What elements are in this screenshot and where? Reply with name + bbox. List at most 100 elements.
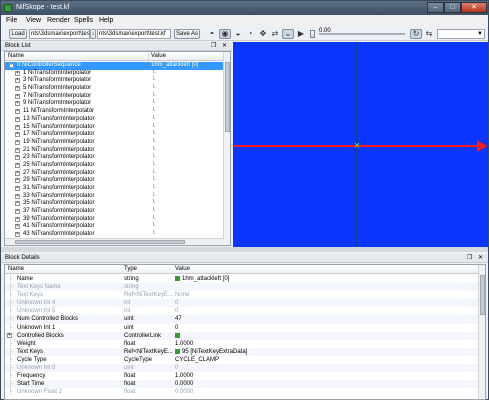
block-list-scrollbar[interactable] — [223, 52, 230, 245]
menu-spells[interactable]: Spells — [74, 17, 93, 24]
details-row[interactable]: ├ Weight float 1.0000 — [5, 340, 479, 348]
block-list-row[interactable]: +33 NiTransformInterpolator └ — [5, 193, 224, 201]
expand-icon[interactable]: + — [15, 178, 20, 184]
expand-icon[interactable]: + — [15, 170, 20, 176]
menu-view[interactable]: View — [26, 17, 41, 24]
column-value[interactable]: Value — [151, 53, 166, 59]
field-value[interactable]: 0 — [175, 307, 178, 315]
block-list-hscrollbar[interactable] — [5, 238, 224, 245]
field-value[interactable]: 0 — [175, 324, 178, 332]
expand-icon[interactable]: + — [15, 86, 20, 92]
load-button[interactable]: Load — [9, 29, 27, 39]
block-list-row[interactable]: +31 NiTransformInterpolator └ — [5, 185, 224, 193]
field-value[interactable]: 1.0000 — [175, 340, 193, 348]
expand-icon[interactable]: + — [15, 101, 20, 107]
collapse-icon[interactable]: - — [9, 63, 14, 68]
field-value[interactable]: CYCLE_CLAMP — [175, 356, 219, 364]
details-row[interactable]: ├ Text Keys Ref<NiTextKeyE... 95 [NiTextKey… — [5, 347, 479, 356]
expand-icon[interactable]: + — [15, 162, 20, 168]
field-value[interactable]: 0.0000 — [175, 388, 193, 396]
details-row[interactable]: ├ Unknown Int 0 uint 0 — [5, 364, 479, 373]
field-value[interactable]: 1.0000 — [175, 372, 193, 380]
scroll-thumb[interactable] — [225, 62, 230, 132]
expand-icon[interactable]: + — [15, 224, 20, 230]
block-list-row[interactable]: +13 NiTransformInterpolator └ — [5, 116, 224, 124]
load-path-field[interactable]: nts\3dsmax\export\test.kf — [29, 29, 90, 39]
play-icon[interactable]: ▶ — [295, 29, 307, 39]
expand-icon[interactable]: + — [15, 216, 20, 222]
block-list-row[interactable]: +9 NiTransformInterpolator └ — [5, 100, 224, 108]
expand-icon[interactable]: + — [15, 139, 20, 145]
details-row[interactable]: ├ Start Time float 0.0000 — [5, 380, 479, 389]
render-viewport[interactable]: ✕ — [233, 42, 488, 247]
expand-icon[interactable]: + — [15, 109, 20, 115]
title-bar[interactable]: NifSkope - test.kf – □ ✕ — [1, 1, 488, 15]
dock-close-icon[interactable]: ✕ — [222, 42, 227, 50]
block-list-row[interactable]: +17 NiTransformInterpolator └ — [5, 131, 224, 139]
details-float-icon[interactable]: ❐ — [467, 254, 472, 262]
hscroll-thumb[interactable] — [15, 240, 185, 244]
details-row[interactable]: ├ Unknown Float 2 float 0.0000 — [5, 388, 479, 396]
block-list-row[interactable]: +1 NiTransformInterpolator └ — [5, 70, 224, 78]
field-value[interactable]: 0.0000 — [175, 380, 193, 388]
field-value[interactable] — [175, 332, 182, 340]
view-front-icon[interactable]: ◉ — [219, 29, 231, 39]
dock-float-icon[interactable]: ❐ — [211, 42, 216, 50]
save-path-field[interactable]: nts\3dsmax\export\test.kf — [97, 29, 171, 39]
expand-icon[interactable]: + — [15, 93, 20, 99]
view-side-icon[interactable]: ◒ — [232, 29, 244, 39]
walk-mode-icon[interactable]: ✥ — [257, 29, 269, 39]
time-slider[interactable] — [319, 33, 405, 35]
details-row[interactable]: ├ Frequency float 1.0000 — [5, 372, 479, 380]
block-list-row[interactable]: +35 NiTransformInterpolator └ — [5, 200, 224, 208]
time-slider-thumb[interactable] — [310, 30, 315, 38]
block-list-row[interactable]: +29 NiTransformInterpolator └ — [5, 177, 224, 185]
details-row[interactable]: ├ Text Keys Name string — [5, 283, 479, 292]
maximize-button[interactable]: □ — [444, 2, 461, 13]
field-value[interactable]: 0 — [175, 299, 178, 307]
expand-icon[interactable]: + — [15, 209, 20, 215]
expand-icon[interactable]: + — [15, 70, 20, 76]
menu-render[interactable]: Render — [47, 17, 70, 24]
details-row[interactable]: ├ Num Controlled Blocks uint 47 — [5, 315, 479, 324]
block-list-row[interactable]: +27 NiTransformInterpolator └ — [5, 170, 224, 178]
block-list-row[interactable]: +3 NiTransformInterpolator └ — [5, 77, 224, 85]
expand-icon[interactable]: + — [15, 132, 20, 138]
menu-help[interactable]: Help — [99, 17, 113, 24]
block-list-row[interactable]: +5 NiTransformInterpolator └ — [5, 85, 224, 93]
switch-anim-icon[interactable]: ⇆ — [423, 29, 435, 39]
expand-icon[interactable]: + — [15, 78, 20, 84]
field-value[interactable]: 95 [NiTextKeyExtraData] — [175, 348, 247, 356]
block-list-row[interactable]: +11 NiTransformInterpolator └ — [5, 108, 224, 116]
block-list-row[interactable]: +19 NiTransformInterpolator └ — [5, 139, 224, 147]
expand-icon[interactable]: + — [15, 193, 20, 199]
expand-icon[interactable]: + — [15, 147, 20, 153]
block-list-row[interactable]: +21 NiTransformInterpolator └ — [5, 147, 224, 155]
block-list-row[interactable]: +15 NiTransformInterpolator └ — [5, 124, 224, 132]
details-scrollbar[interactable] — [478, 265, 485, 399]
flip-view-icon[interactable]: ⇄ — [269, 29, 281, 39]
block-list-row[interactable]: +23 NiTransformInterpolator └ — [5, 154, 224, 162]
dock-splitter[interactable] — [1, 247, 488, 252]
block-list-row[interactable]: +39 NiTransformInterpolator └ — [5, 216, 224, 224]
expand-icon[interactable]: + — [15, 116, 20, 122]
minimize-button[interactable]: – — [427, 2, 444, 13]
close-button[interactable]: ✕ — [461, 2, 487, 13]
expand-icon[interactable]: + — [15, 155, 20, 161]
path-switch-button[interactable]: ↕ — [90, 29, 96, 39]
details-row[interactable]: ├ Cycle Type CycleType CYCLE_CLAMP — [5, 356, 479, 364]
details-row[interactable]: ├ Unknown Int 5 int 0 — [5, 307, 479, 315]
animation-select[interactable]: ▼ — [437, 29, 485, 39]
expand-icon[interactable]: + — [15, 232, 20, 238]
field-value[interactable]: 1hm_attackleft [0] — [175, 275, 229, 283]
menu-file[interactable]: File — [6, 17, 17, 24]
details-scroll-thumb[interactable] — [480, 275, 485, 315]
details-column-value[interactable]: Value — [175, 266, 190, 272]
block-list-row[interactable]: +7 NiTransformInterpolator └ — [5, 93, 224, 101]
details-close-icon[interactable]: ✕ — [478, 254, 483, 262]
field-value[interactable]: 0 — [175, 364, 178, 372]
save-as-button[interactable]: Save As — [174, 29, 200, 39]
details-row[interactable]: + Controlled Blocks ControllerLink — [5, 331, 479, 340]
expand-icon[interactable]: + — [15, 124, 20, 130]
block-list-row[interactable]: -0 NiControllerSequence 1hm_attackleft [0… — [5, 62, 224, 70]
